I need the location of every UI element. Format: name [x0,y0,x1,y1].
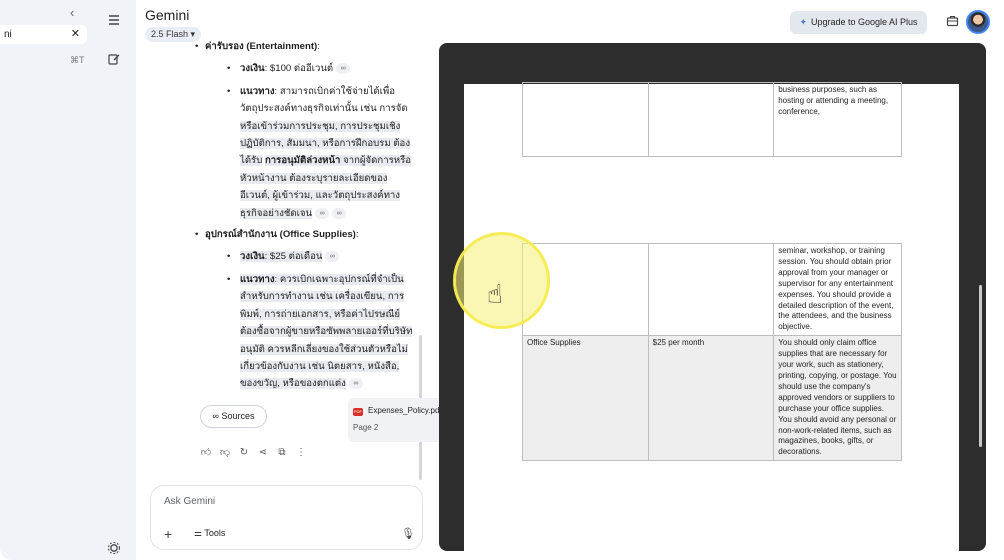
microphone-icon[interactable]: 🎙︎ [401,527,415,540]
guide-line: อีเวนต์, ผู้เข้าร่วม, และวัตถุประสงค์ทาง [240,190,400,202]
guide-line: ต้องซื้อจากผู้ขายหรือซัพพลายเออร์ที่บริษ… [240,326,413,338]
page-scrollbar[interactable] [979,285,982,447]
nav-rail [92,0,136,560]
source-file-page: Page 2 [353,423,379,432]
table-row: seminar, workshop, or training session. … [522,242,902,337]
tools-icon: ⚌ [194,528,203,538]
table-cell: You should only claim office supplies th… [773,335,902,462]
table-cell: $25 per month [647,335,775,462]
assistant-response: ค่ารับรอง (Entertainment): • วงเงิน: $10… [195,38,422,393]
policy-table: business purposes, such as hosting or at… [522,82,902,157]
pdf-page: seminar, workshop, or training session. … [464,185,959,551]
table-cell: seminar, workshop, or training session. … [773,242,902,337]
source-file-name: Expenses_Policy.pdf [368,406,442,415]
pdf-file-icon: PDF [353,408,363,416]
menu-icon[interactable] [105,13,123,31]
office-heading: อุปกรณ์สำนักงาน [205,229,280,241]
guide-line: สำหรับการทำงาน เช่น เครื่องเขียน, การ [240,291,405,303]
panel-search-field[interactable]: ni ✕ [0,25,87,44]
table-row: business purposes, such as hosting or at… [522,82,902,157]
new-chat-icon[interactable] [105,52,123,70]
amount-value: : $100 ต่ออีเวนต์ [264,63,334,75]
sources-label: Sources [221,411,255,421]
briefcase-icon[interactable] [944,14,960,30]
response-actions: 👍︎ 👎︎ ↻ ⋖ ⧉ ⋮ [199,442,313,458]
link-icon[interactable]: ∞ [348,378,363,390]
guide-line: หรือเข้าร่วมการประชุม, การประชุมเชิง [240,120,401,132]
policy-table: seminar, workshop, or training session. … [522,242,902,462]
guide-label: แนวทาง [240,273,275,285]
sources-button[interactable]: ∞ Sources [200,405,267,428]
guide-line: ได้รับ [240,155,263,167]
list-item: • วงเงิน: $25 ต่อเดือน ∞ [200,248,422,265]
app-title: Gemini [145,7,190,23]
table-cell [647,82,775,157]
tools-button[interactable]: ⚌ Tools [194,528,225,539]
entertainment-heading: ค่ารับรอง [205,41,247,52]
collapse-panel-icon[interactable]: ‹ [70,5,74,20]
link-icon[interactable]: ∞ [315,207,330,219]
amount-label: วงเงิน [240,251,265,263]
guide-line: : สามารถเบิกค่าใช้จ่ายได้เพื่อ [274,85,396,97]
amount-value: : $25 ต่อเดือน [264,251,323,263]
link-icon: ∞ [212,411,219,421]
add-attachment-icon[interactable]: + [164,526,172,542]
guide-label: แนวทาง [240,85,275,97]
table-cell [647,242,775,337]
regenerate-icon[interactable]: ↻ [237,447,251,458]
prompt-input[interactable]: Ask Gemini [164,496,215,507]
guide-line: เกี่ยวข้องกับงาน เช่น นิตยสาร, หนังสือ, [240,360,400,372]
share-icon[interactable]: ⋖ [256,447,270,458]
link-icon[interactable]: ∞ [325,251,340,263]
guide-line: วัตถุประสงค์ทางธุรกิจเท่านั้น เช่น การจั… [240,103,408,115]
table-cell: Office Supplies [522,335,649,462]
more-options-icon[interactable]: ⋮ [294,447,308,458]
list-item: • วงเงิน: $100 ต่ออีเวนต์ ∞ [200,60,422,77]
thumbs-up-icon[interactable]: 👍︎ [199,446,213,458]
avatar[interactable] [966,10,990,34]
source-file-card[interactable]: PDF Expenses_Policy.pdf Page 2 [348,398,444,442]
list-item: • แนวทาง: ควรเบิกเฉพาะอุปกรณ์ที่จำเป็น ส… [227,273,413,390]
upgrade-button[interactable]: ✦ Upgrade to Google AI Plus [790,11,927,34]
guide-line: หัวหน้างาน ต้องระบุรายละเอียดของ [240,172,388,184]
hand-cursor-icon: ☝︎ [487,279,503,309]
copy-icon[interactable]: ⧉ [275,447,289,458]
guide-line: ธุรกิจอย่างชัดเจน [240,207,313,219]
entertainment-heading-english: (Entertainment) [246,41,318,52]
table-cell [522,82,649,157]
prompt-input-box[interactable]: Ask Gemini + ⚌ Tools 🎙︎ [150,485,423,550]
model-name: 2.5 Flash [151,29,189,39]
link-icon[interactable]: ∞ [332,207,347,219]
guide-line: จากผู้จัดการหรือ [340,155,411,167]
tools-label: Tools [204,528,226,538]
table-row: Office Supplies $25 per month You should… [522,335,902,462]
list-item: อุปกรณ์สำนักงาน (Office Supplies): [195,226,422,244]
table-cell: business purposes, such as hosting or at… [773,82,902,157]
side-panel: ‹ ni ✕ ⌘T [0,0,92,560]
upgrade-label: Upgrade to Google AI Plus [810,17,918,27]
guide-line: ปฏิบัติการ, สัมมนา, หรือการฝึกอบรม ต้อง [240,138,410,150]
list-item: ค่ารับรอง (Entertainment): [195,38,422,56]
guide-line: ของขวัญ, หรือของตกแต่ง [240,378,346,390]
sparkle-icon: ✦ [799,17,807,27]
amount-label: วงเงิน [240,63,265,75]
settings-gear-icon[interactable] [105,541,123,559]
panel-search-text: ni [4,29,12,40]
guide-line: : ควรเบิกเฉพาะอุปกรณ์ที่จำเป็น [274,273,404,285]
guide-line: อนุมัติ ควรหลีกเลี่ยงของใช้ส่วนตัวหรือไม… [240,343,408,355]
guide-emphasis: การอนุมัติล่วงหน้า [264,155,341,167]
office-heading-english: (Office Supplies) [279,229,356,241]
guide-line: พิมพ์, การถ่ายเอกสาร, หรือค่าไปรษณีย์ [240,308,401,320]
close-icon[interactable]: ✕ [71,25,80,44]
list-item: • แนวทาง: สามารถเบิกค่าใช้จ่ายได้เพื่อ ว… [227,85,411,219]
thumbs-down-icon[interactable]: 👎︎ [218,446,232,458]
link-icon[interactable]: ∞ [336,63,351,75]
model-selector[interactable]: 2.5 Flash ▾ [145,27,202,42]
keyboard-shortcut-hint: ⌘T [70,55,85,65]
